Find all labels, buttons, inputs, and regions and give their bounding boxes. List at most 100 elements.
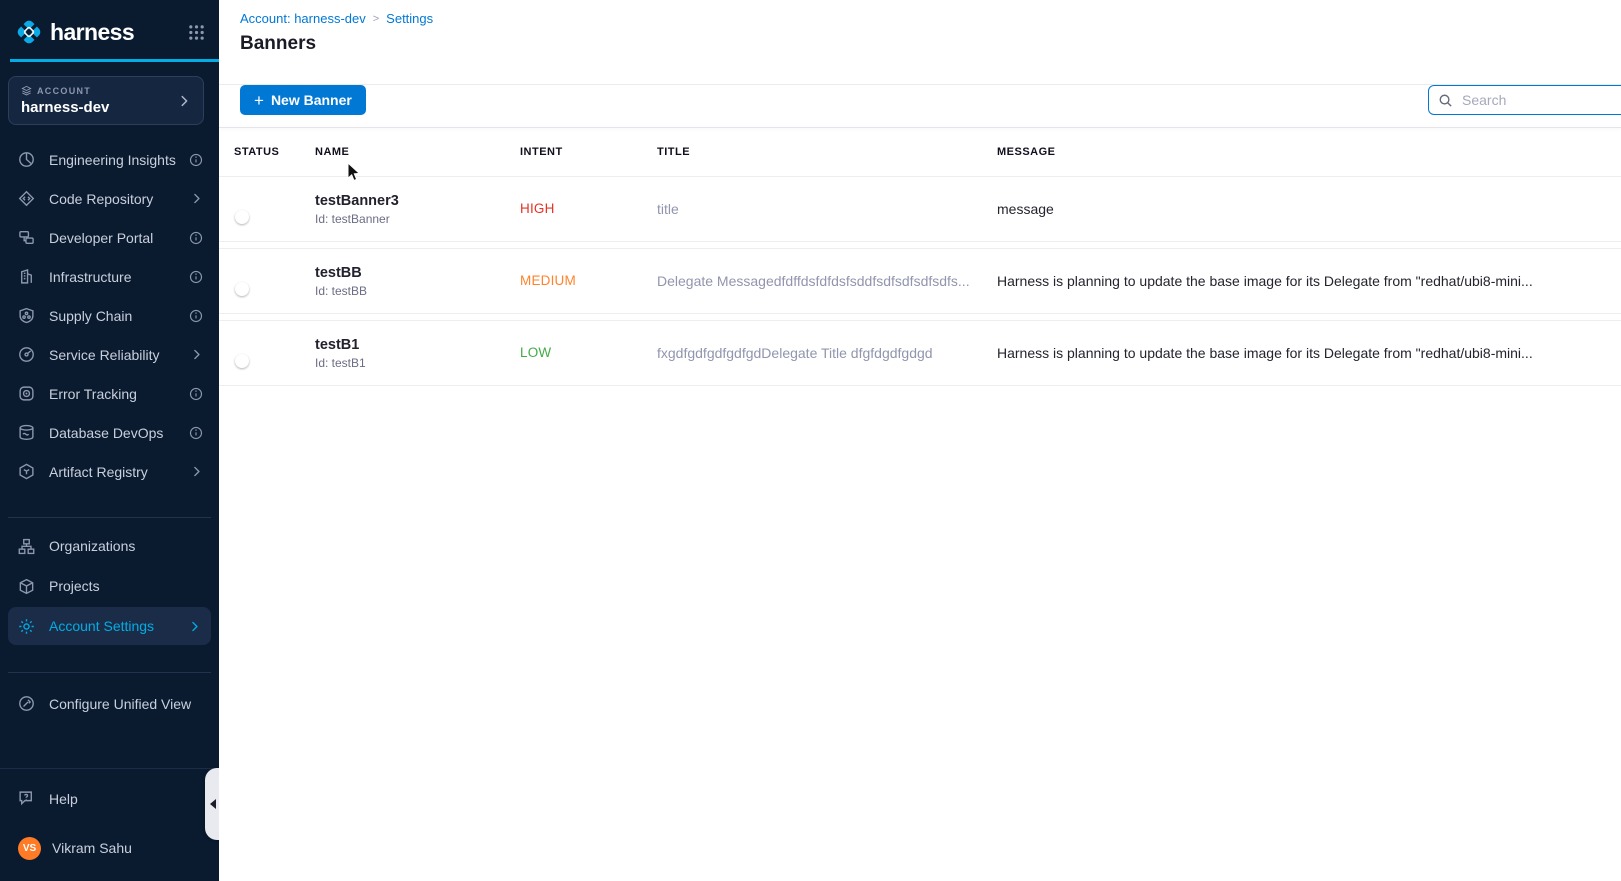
sidebar-item-label: Infrastructure (49, 269, 189, 285)
account-selector[interactable]: ACCOUNT harness-dev (8, 76, 204, 125)
chevron-right-icon (188, 620, 201, 633)
sidebar-item-service-reliability[interactable]: Service Reliability (0, 335, 219, 374)
sidebar-footer-divider (0, 768, 219, 769)
info-icon[interactable] (189, 153, 203, 167)
sidebar-item-database-devops[interactable]: Database DevOps (0, 413, 219, 452)
intent-badge: HIGH (520, 201, 555, 216)
column-header-intent: INTENT (520, 146, 657, 158)
sidebar-divider (8, 517, 211, 518)
sidebar-item-label: Configure Unified View (49, 696, 203, 712)
service-reliability-icon (18, 346, 36, 363)
sidebar-item-label: Database DevOps (49, 425, 189, 441)
breadcrumb-separator: > (373, 13, 379, 25)
collapse-arrow-icon (210, 799, 216, 809)
column-header-name: NAME (315, 146, 520, 158)
brand-header: harness (14, 12, 205, 52)
sidebar-item-engineering-insights[interactable]: Engineering Insights (0, 140, 219, 179)
banner-id: Id: testB1 (315, 356, 520, 370)
sidebar-item-label: Account Settings (49, 618, 188, 634)
banner-name: testBB (315, 265, 520, 281)
sidebar-item-label: Developer Portal (49, 230, 189, 246)
help-chat-icon (18, 790, 36, 807)
user-profile[interactable]: VS Vikram Sahu (0, 831, 219, 865)
sidebar-item-developer-portal[interactable]: Developer Portal (0, 218, 219, 257)
column-header-message: MESSAGE (997, 146, 1621, 158)
sidebar-item-label: Engineering Insights (49, 152, 189, 168)
sidebar-other-group: Configure Unified View (0, 684, 219, 723)
toolbar-divider (219, 127, 1621, 128)
account-name: harness-dev (21, 99, 177, 116)
table-row[interactable]: testBB Id: testBB MEDIUM Delegate Messag… (219, 248, 1621, 314)
info-icon[interactable] (189, 309, 203, 323)
sidebar-item-error-tracking[interactable]: Error Tracking (0, 374, 219, 413)
brand-name: harness (50, 19, 134, 46)
sidebar-item-code-repository[interactable]: Code Repository (0, 179, 219, 218)
avatar: VS (18, 837, 41, 860)
help-button[interactable]: Help (0, 779, 219, 818)
intent-badge: MEDIUM (520, 273, 576, 288)
table-header-row: STATUS NAME INTENT TITLE MESSAGE (219, 138, 1621, 166)
new-banner-button[interactable]: + New Banner (240, 85, 366, 115)
banner-title: fxgdfgdfgdfgdfgdDelegate Title dfgfdgdfg… (657, 345, 997, 361)
sidebar-account-group: Organizations Projects Account Settings (0, 526, 219, 646)
new-banner-label: New Banner (271, 92, 352, 108)
banner-id: Id: testBB (315, 284, 520, 298)
banner-title: Delegate Messagedfdffdsfdfdsfsddfsdfsdfs… (657, 273, 997, 289)
banner-name: testBanner3 (315, 193, 520, 209)
breadcrumb: Account: harness-dev > Settings (240, 11, 433, 26)
breadcrumb-account-link[interactable]: Account: harness-dev (240, 11, 366, 26)
sidebar-item-account-settings[interactable]: Account Settings (8, 607, 211, 645)
organizations-icon (18, 538, 36, 555)
info-icon[interactable] (189, 426, 203, 440)
main-content: Account: harness-dev > Settings Banners … (219, 0, 1621, 881)
sidebar-item-configure-unified-view[interactable]: Configure Unified View (0, 684, 219, 723)
sidebar-item-organizations[interactable]: Organizations (0, 526, 219, 566)
engineering-insights-icon (18, 151, 36, 168)
developer-portal-icon (18, 229, 36, 246)
table-row[interactable]: testBanner3 Id: testBanner HIGH title me… (219, 176, 1621, 242)
search-icon (1438, 93, 1453, 108)
sidebar-footer: Help (0, 779, 219, 818)
chevron-right-icon (190, 348, 203, 361)
database-devops-icon (18, 424, 36, 441)
projects-icon (18, 578, 36, 595)
page-title: Banners (240, 33, 316, 55)
sidebar-divider (8, 672, 211, 673)
sidebar-item-projects[interactable]: Projects (0, 566, 219, 606)
harness-logo-icon (14, 17, 44, 47)
configure-view-icon (18, 695, 36, 712)
header-divider (219, 84, 1621, 85)
breadcrumb-settings-link[interactable]: Settings (386, 11, 433, 26)
error-tracking-icon (18, 385, 36, 402)
sidebar-item-artifact-registry[interactable]: Artifact Registry (0, 452, 219, 491)
sidebar-item-label: Artifact Registry (49, 464, 190, 480)
sidebar-item-label: Code Repository (49, 191, 190, 207)
chevron-right-icon (190, 192, 203, 205)
banners-table: STATUS NAME INTENT TITLE MESSAGE testBan… (219, 138, 1621, 392)
info-icon[interactable] (189, 231, 203, 245)
sidebar-item-label: Error Tracking (49, 386, 189, 402)
brand-underline (10, 59, 219, 62)
sidebar: harness ACCOUNT harness-dev (0, 0, 219, 881)
table-row[interactable]: testB1 Id: testB1 LOW fxgdfgdfgdfgdfgdDe… (219, 320, 1621, 386)
account-label: ACCOUNT (37, 86, 91, 96)
sidebar-item-label: Projects (49, 578, 203, 594)
banner-message: message (997, 201, 1621, 217)
sidebar-item-supply-chain[interactable]: Supply Chain (0, 296, 219, 335)
sidebar-item-infrastructure[interactable]: Infrastructure (0, 257, 219, 296)
user-name: Vikram Sahu (52, 840, 132, 856)
column-header-title: TITLE (657, 146, 997, 158)
artifact-registry-icon (18, 463, 36, 480)
info-icon[interactable] (189, 387, 203, 401)
banner-message: Harness is planning to update the base i… (997, 345, 1621, 361)
infrastructure-icon (18, 268, 36, 285)
search-box (1428, 85, 1621, 115)
app-launcher-icon[interactable] (188, 24, 205, 41)
info-icon[interactable] (189, 270, 203, 284)
sidebar-item-label: Organizations (49, 538, 203, 554)
banner-title: title (657, 201, 997, 217)
search-input[interactable] (1460, 91, 1621, 109)
column-header-status: STATUS (234, 146, 315, 158)
account-scope-icon (21, 85, 32, 96)
intent-badge: LOW (520, 345, 551, 360)
